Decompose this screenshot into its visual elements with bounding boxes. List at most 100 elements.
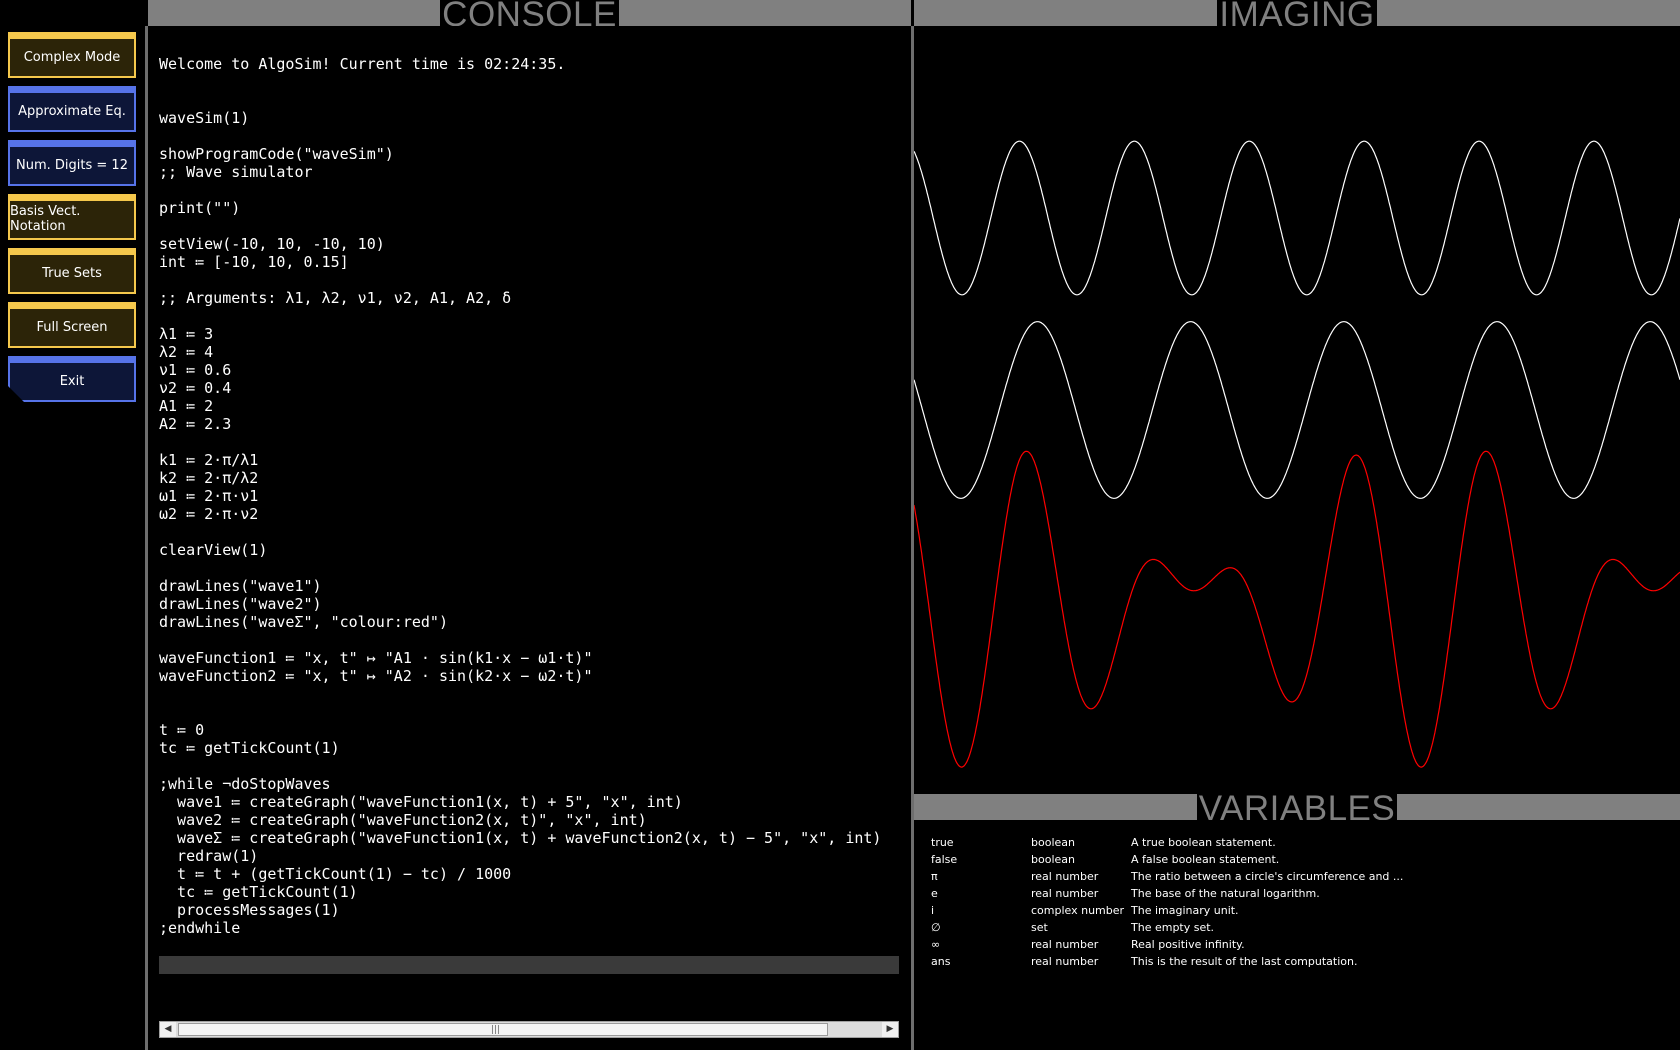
console-line: k1 ≔ 2⋅π/λ1 [159,451,259,469]
variable-name: i [931,904,935,917]
console-line: A2 ≔ 2.3 [159,415,232,433]
console-line: setView(-10, 10, -10, 10) [159,235,385,253]
console-line: ω2 ≔ 2⋅π⋅ν2 [159,505,259,523]
console-line: ν1 ≔ 0.6 [159,361,232,379]
variables-panel: true boolean A true boolean statement. fals… [914,820,1680,1050]
console-line: wave2 ≔ createGraph("waveFunction2(x, t)… [159,811,647,829]
imaging-title: IMAGING [1217,0,1377,26]
variable-description: The ratio between a circle's circumferen… [1131,870,1404,883]
console-line: Welcome to AlgoSim! Current time is 02:2… [159,55,566,73]
console-line: redraw(1) [159,847,259,865]
imaging-panel[interactable] [914,26,1680,794]
console-line: print("") [159,199,241,217]
num-digits-button[interactable]: Num. Digits = 12 [8,140,136,186]
console-line: tc ≔ getTickCount(1) [159,739,340,757]
variable-row[interactable]: ∞ real number Real positive infinity. [931,936,1403,953]
console-line: λ2 ≔ 4 [159,343,214,361]
variable-row[interactable]: ∅ set The empty set. [931,919,1403,936]
variable-type: set [1031,921,1048,934]
console-line: tc ≔ getTickCount(1) [159,883,358,901]
console-line: λ1 ≔ 3 [159,325,214,343]
variable-description: The imaginary unit. [1131,904,1239,917]
console-line: processMessages(1) [159,901,340,919]
variable-description: Real positive infinity. [1131,938,1245,951]
variable-row[interactable]: ans real number This is the result of the … [931,953,1403,970]
console-output: Welcome to AlgoSim! Current time is 02:2… [159,55,911,937]
wave-plot [914,140,1680,768]
console-line: ν2 ≔ 0.4 [159,379,232,397]
variable-name: π [931,870,938,883]
variable-row[interactable]: e real number The base of the natural loga… [931,885,1403,902]
console-line: ;; Wave simulator [159,163,313,181]
variables-table: true boolean A true boolean statement. fals… [931,834,1403,970]
variable-row[interactable]: false boolean A false boolean statement. [931,851,1403,868]
variable-row[interactable]: i complex number The imaginary unit. [931,902,1403,919]
approximate-eq-button[interactable]: Approximate Eq. [8,86,136,132]
variable-type: real number [1031,938,1099,951]
console-line: clearView(1) [159,541,268,559]
variable-description: The empty set. [1131,921,1215,934]
console-line: waveFunction2 ≔ "x, t" ↦ "A2 ⋅ sin(k2⋅x … [159,667,593,685]
console-line: ;while ¬doStopWaves [159,775,331,793]
console-line: waveSim(1) [159,109,250,127]
complex-mode-button[interactable]: Complex Mode [8,32,136,78]
console-line: k2 ≔ 2⋅π/λ2 [159,469,259,487]
variable-row[interactable]: true boolean A true boolean statement. [931,834,1403,851]
console-title: CONSOLE [440,0,619,26]
mode-sidebar: Complex Mode Approximate Eq. Num. Digits… [0,0,145,1050]
true-sets-button[interactable]: True Sets [8,248,136,294]
full-screen-button[interactable]: Full Screen [8,302,136,348]
wave1-curve [914,140,1680,296]
variable-row[interactable]: π real number The ratio between a circle's… [931,868,1403,885]
console-line: A1 ≔ 2 [159,397,214,415]
console-line: ;; Arguments: λ1, λ2, ν1, ν2, A1, A2, δ [159,289,512,307]
variable-description: This is the result of the last computati… [1131,955,1358,968]
console-line: drawLines("wave1") [159,577,322,595]
console-line: wave1 ≔ createGraph("waveFunction1(x, t)… [159,793,683,811]
basis-vect-notation-button[interactable]: Basis Vect. Notation [8,194,136,240]
variable-type: real number [1031,955,1099,968]
variable-name: ∅ [931,921,941,934]
console-line: drawLines("waveΣ", "colour:red") [159,613,448,631]
console-horizontal-scrollbar[interactable]: ◀ ||| ▶ [159,1021,899,1038]
console-line: waveFunction1 ≔ "x, t" ↦ "A1 ⋅ sin(k1⋅x … [159,649,593,667]
console-line: showProgramCode("waveSim") [159,145,394,163]
variable-type: boolean [1031,853,1075,866]
variable-name: true [931,836,954,849]
variable-description: A false boolean statement. [1131,853,1280,866]
variable-name: e [931,887,938,900]
console-panel: Welcome to AlgoSim! Current time is 02:2… [148,26,911,1050]
variables-title: VARIABLES [1196,794,1398,820]
console-input[interactable] [159,956,899,974]
console-line: t ≔ t + (getTickCount(1) − tc) / 1000 [159,865,512,883]
variable-type: complex number [1031,904,1125,917]
exit-button[interactable]: Exit [8,356,136,402]
console-line: int ≔ [-10, 10, 0.15] [159,253,349,271]
variable-description: A true boolean statement. [1131,836,1276,849]
grip-icon: ||| [491,1025,501,1035]
scrollbar-thumb[interactable]: ||| [178,1023,828,1036]
console-header: CONSOLE [148,0,911,26]
console-line: t ≔ 0 [159,721,205,739]
waveΣ-curve [914,450,1680,768]
variable-type: boolean [1031,836,1075,849]
console-line: ω1 ≔ 2⋅π⋅ν1 [159,487,259,505]
scroll-right-arrow-icon[interactable]: ▶ [882,1022,898,1037]
scroll-left-arrow-icon[interactable]: ◀ [160,1022,176,1037]
console-line: drawLines("wave2") [159,595,322,613]
console-line: ;endwhile [159,919,241,937]
variable-name: ∞ [931,938,941,951]
